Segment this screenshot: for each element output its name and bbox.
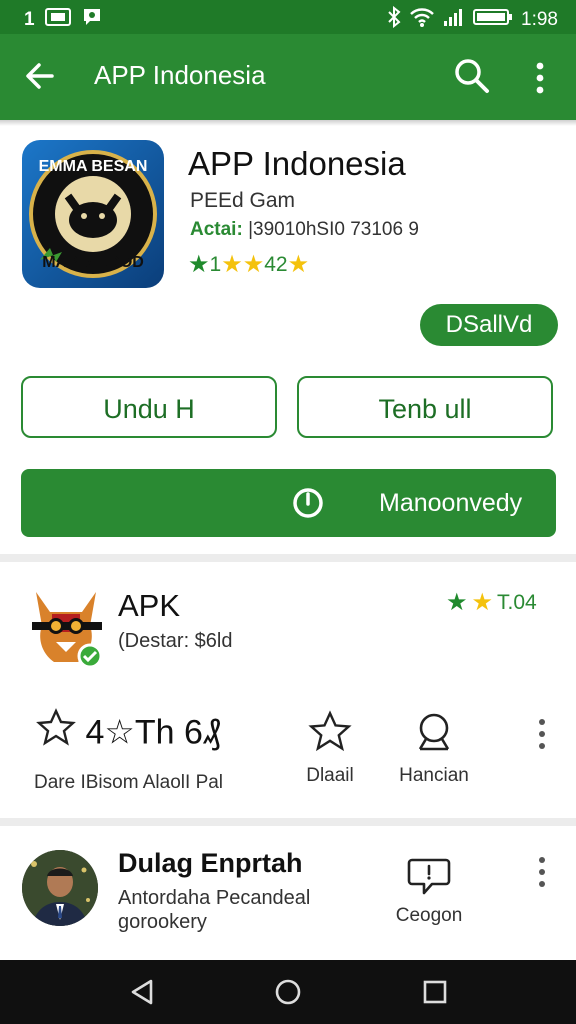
- star-outline-icon: [36, 708, 76, 757]
- apk-subtitle: (Destar: $6ld: [118, 630, 233, 652]
- download-button[interactable]: Undu H: [21, 376, 277, 438]
- details-value: |39010hSI0 73106 9: [248, 219, 419, 240]
- bluetooth-icon: [387, 5, 401, 34]
- section-divider: [0, 818, 576, 826]
- action-item-3-label: Hancian: [399, 765, 469, 786]
- action-star-group[interactable]: 4☆Th 6₰: [36, 708, 221, 757]
- profile-action-label: Ceogon: [395, 905, 463, 926]
- apk-rating: ★ ★ T.04: [446, 588, 537, 617]
- star-icon: ★: [188, 251, 210, 278]
- star-icon: ★: [446, 589, 468, 616]
- status-left-text: 1: [24, 9, 35, 30]
- app-title: APP Indonesia: [188, 145, 406, 182]
- app-bar-shadow: [0, 120, 576, 126]
- battery-icon: [473, 7, 513, 33]
- apk-rating-value: T.04: [497, 590, 537, 614]
- apk-title: APK: [118, 588, 181, 623]
- profile-subtitle-line1: Antordaha Pecandeal: [118, 887, 311, 909]
- chat-alert-icon: [392, 856, 466, 901]
- search-icon[interactable]: [452, 56, 492, 96]
- signal-icon: [443, 7, 465, 33]
- profile-subtitle: Antordaha Pecandeal gorookery: [118, 886, 378, 934]
- status-time: 1:98: [521, 9, 558, 30]
- status-badge[interactable]: DSallVd: [420, 304, 558, 346]
- main-action-label: Manoonvedy: [379, 489, 523, 517]
- more-options-icon[interactable]: [528, 58, 552, 98]
- rating-value-a: 1: [209, 252, 222, 276]
- nav-recents-icon[interactable]: [422, 979, 448, 1010]
- profile-title: Dulag Enprtah: [118, 848, 303, 878]
- profile-action[interactable]: Ceogon: [392, 856, 466, 927]
- message-icon: [81, 6, 103, 34]
- details-label: Actai:: [190, 219, 243, 240]
- app-bar-title: APP Indonesia: [94, 60, 266, 90]
- app-icon-text-bottom: MAPI ALOOD: [42, 254, 144, 271]
- nav-back-icon[interactable]: [128, 978, 156, 1011]
- star-icon: ★: [242, 251, 265, 278]
- app-bar: APP Indonesia: [0, 34, 576, 120]
- star-icon: ★: [221, 251, 243, 278]
- status-bar: 1 1:98: [0, 0, 576, 34]
- system-nav-bar: [0, 960, 576, 1024]
- more-options-icon[interactable]: [538, 856, 546, 888]
- action-item-2[interactable]: Dlaail: [300, 710, 360, 787]
- app-details: Actai: |39010hSI0 73106 9: [190, 219, 419, 241]
- app-rating: ★ 1 ★ ★ 42 ★: [188, 250, 309, 279]
- star-icon: ★: [471, 589, 494, 616]
- rating-text: 42: [264, 252, 288, 276]
- power-icon: [291, 486, 325, 520]
- action-item-1-label: Dare IBisom AlaolI Pal: [34, 772, 224, 793]
- developer-name[interactable]: PEEd Gam: [190, 189, 295, 213]
- wifi-icon: [409, 7, 435, 33]
- main-action-button[interactable]: Manoonvedy: [21, 469, 556, 537]
- avatar[interactable]: [22, 850, 98, 926]
- app-icon: EMMA BESAN MAPI ALOOD: [22, 140, 164, 288]
- share-button[interactable]: Tenb ull: [297, 376, 553, 438]
- section-divider: [0, 554, 576, 562]
- action-item-3[interactable]: Hancian: [392, 710, 476, 787]
- app-icon-text-top: EMMA BESAN: [38, 158, 148, 175]
- action-big-text: 4☆Th 6₰: [85, 713, 221, 752]
- action-item-1[interactable]: Dare IBisom AlaolI Pal: [34, 766, 223, 794]
- back-arrow-icon[interactable]: [22, 58, 58, 94]
- nav-home-icon[interactable]: [274, 978, 302, 1011]
- more-options-icon[interactable]: [538, 718, 546, 750]
- apk-icon: [26, 582, 106, 670]
- notification-icon: [44, 7, 71, 33]
- location-pin-icon: [392, 710, 476, 759]
- action-item-2-label: Dlaail: [306, 765, 354, 786]
- profile-subtitle-line2: gorookery: [118, 911, 207, 933]
- star-icon: ★: [287, 251, 310, 278]
- star-outline-icon: [300, 710, 360, 759]
